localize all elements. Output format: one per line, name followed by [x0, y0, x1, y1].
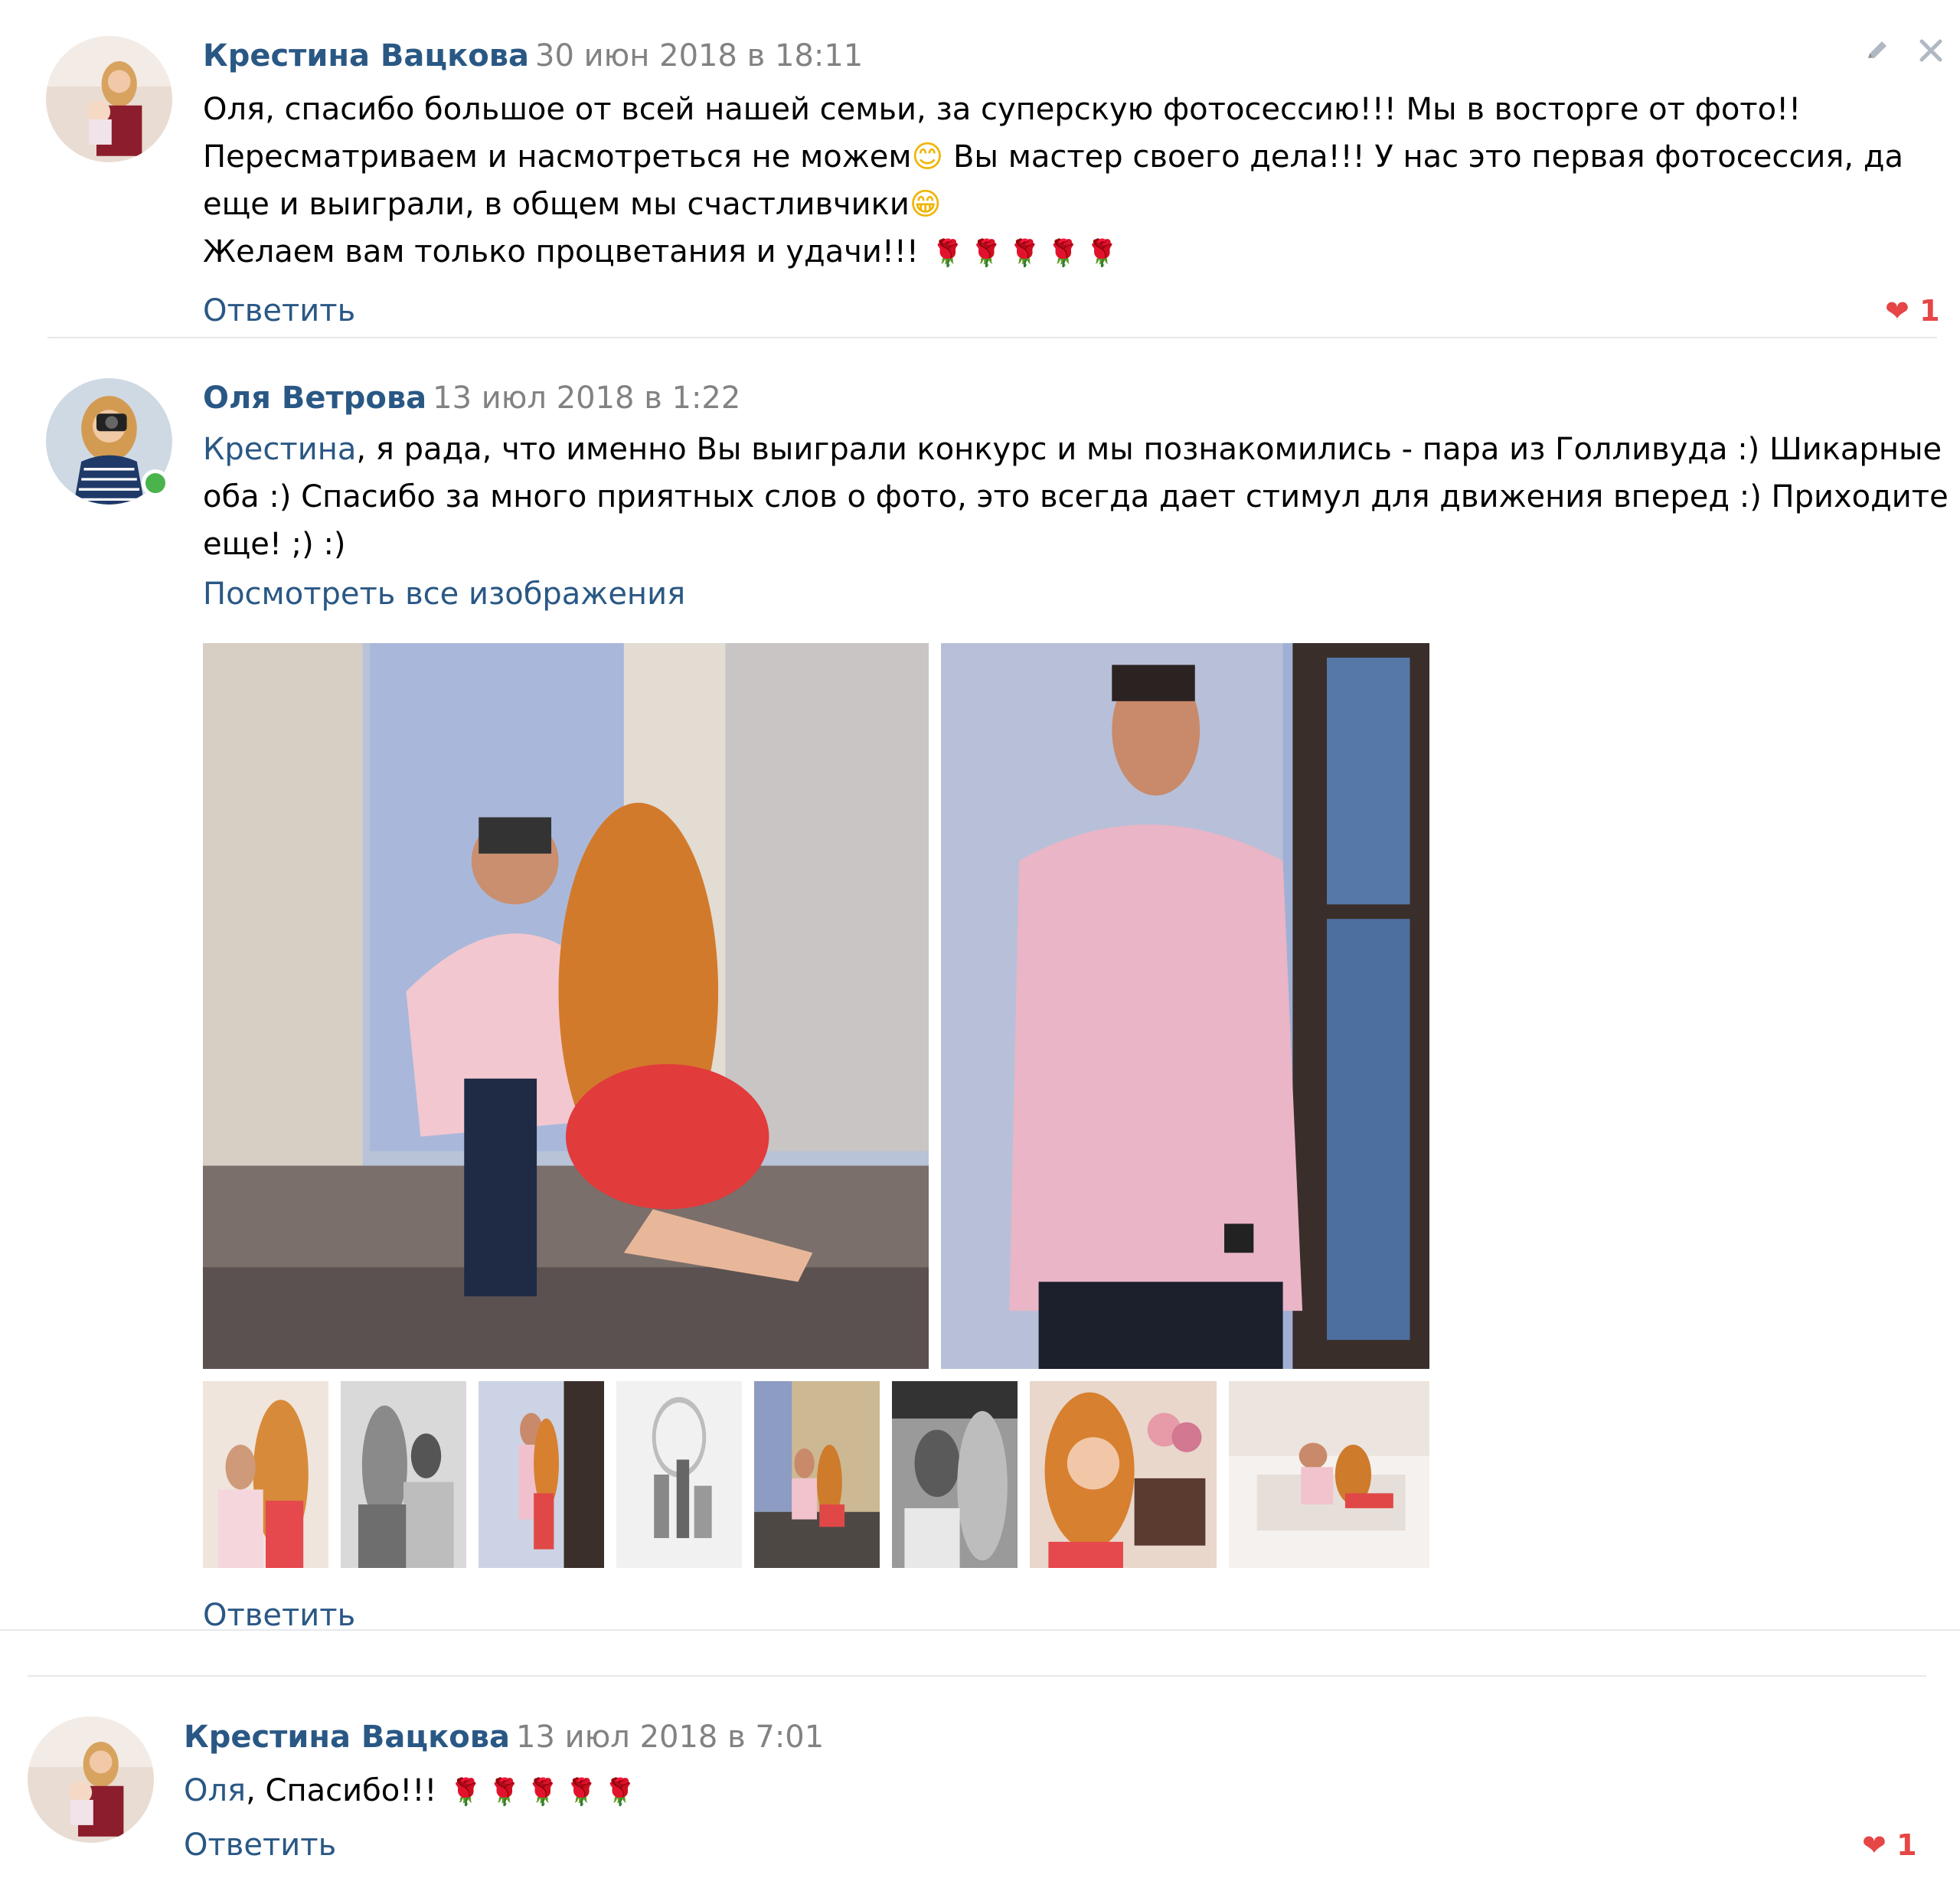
- photo-thumbnail[interactable]: [892, 1381, 1018, 1568]
- photo-thumbnail[interactable]: [203, 1381, 328, 1568]
- rose-emoji: 🌹: [526, 1777, 560, 1808]
- photo-thumbnail[interactable]: [1030, 1381, 1217, 1568]
- comment-line: еще! ;) :): [203, 527, 346, 562]
- comment-divider: [28, 1675, 1926, 1677]
- photo-thumbnail[interactable]: [479, 1381, 604, 1568]
- comment-header: Крестина Вацкова 13 июл 2018 в 7:01: [184, 1717, 824, 1757]
- avatar[interactable]: [28, 1716, 154, 1843]
- author-name[interactable]: Крестина Вацкова: [203, 38, 529, 73]
- comment-line: Крестина, я рада, что именно Вы выиграли…: [203, 432, 1942, 467]
- mention-link[interactable]: Крестина: [203, 432, 356, 467]
- author-name[interactable]: Крестина Вацкова: [184, 1720, 510, 1755]
- view-all-images-link[interactable]: Посмотреть все изображения: [203, 574, 685, 614]
- rose-emoji: 🌹: [931, 238, 965, 269]
- heart-icon: ❤: [1885, 294, 1909, 328]
- like-button[interactable]: ❤ 1: [1862, 1825, 1917, 1865]
- comment-text: Оля, спасибо большое от всей нашей семьи…: [203, 86, 1903, 277]
- comment-line: Желаем вам только процветания и удачи!!!…: [203, 228, 1903, 277]
- photo-thumbnail[interactable]: [754, 1381, 880, 1568]
- avatar[interactable]: [46, 36, 172, 162]
- photo-couple-large[interactable]: [203, 643, 929, 1369]
- smile-emoji: 😊: [911, 139, 944, 175]
- photo-thumbnail[interactable]: [1229, 1381, 1429, 1568]
- comment-header: Крестина Вацкова 30 июн 2018 в 18:11: [203, 36, 863, 76]
- comment-line: Оля, спасибо большое от всей нашей семьи…: [203, 92, 1802, 127]
- pencil-icon[interactable]: [1862, 35, 1893, 66]
- like-button[interactable]: ❤ 1: [1885, 291, 1940, 331]
- like-count: 1: [1896, 1828, 1917, 1862]
- reply-button[interactable]: Ответить: [184, 1825, 336, 1865]
- online-indicator: [142, 469, 169, 497]
- rose-emoji: 🌹: [449, 1777, 482, 1808]
- comment-line: еще и выиграли, в общем мы счастливчики😁: [203, 181, 1903, 228]
- photo-thumbnail[interactable]: [616, 1381, 742, 1568]
- close-icon[interactable]: [1916, 35, 1946, 66]
- rose-emoji: 🌹: [565, 1777, 598, 1808]
- comment-divider: [0, 1629, 1960, 1631]
- like-count: 1: [1919, 294, 1940, 328]
- reply-button[interactable]: Ответить: [203, 291, 355, 331]
- grin-emoji: 😁: [909, 187, 942, 222]
- rose-emoji: 🌹: [970, 238, 1003, 269]
- rose-emoji: 🌹: [1047, 238, 1080, 269]
- comment-date[interactable]: 13 июл 2018 в 1:22: [433, 381, 740, 416]
- comment-line: Оля, Спасибо!!! 🌹 🌹 🌹 🌹 🌹: [184, 1767, 639, 1816]
- comment-line: Пересматриваем и насмотреться не можем😊 …: [203, 133, 1903, 181]
- rose-emoji: 🌹: [1008, 238, 1041, 269]
- comment-header: Оля Ветрова 13 июл 2018 в 1:22: [203, 378, 740, 418]
- rose-emoji: 🌹: [488, 1777, 521, 1808]
- comment-text: Крестина, я рада, что именно Вы выиграли…: [203, 426, 1949, 568]
- mention-link[interactable]: Оля: [184, 1773, 246, 1808]
- comment-text: Оля, Спасибо!!! 🌹 🌹 🌹 🌹 🌹: [184, 1767, 639, 1816]
- comment-date[interactable]: 30 июн 2018 в 18:11: [535, 38, 863, 73]
- comment-line: оба :) Спасибо за много приятных слов о …: [203, 479, 1949, 514]
- author-name[interactable]: Оля Ветрова: [203, 381, 426, 416]
- photo-thumbnail[interactable]: [341, 1381, 466, 1568]
- comment-divider: [47, 337, 1937, 338]
- rose-emoji: 🌹: [603, 1777, 636, 1808]
- photo-man-large[interactable]: [941, 643, 1429, 1369]
- rose-emoji: 🌹: [1086, 238, 1119, 269]
- heart-icon: ❤: [1862, 1828, 1886, 1862]
- comment-date[interactable]: 13 июл 2018 в 7:01: [516, 1720, 824, 1755]
